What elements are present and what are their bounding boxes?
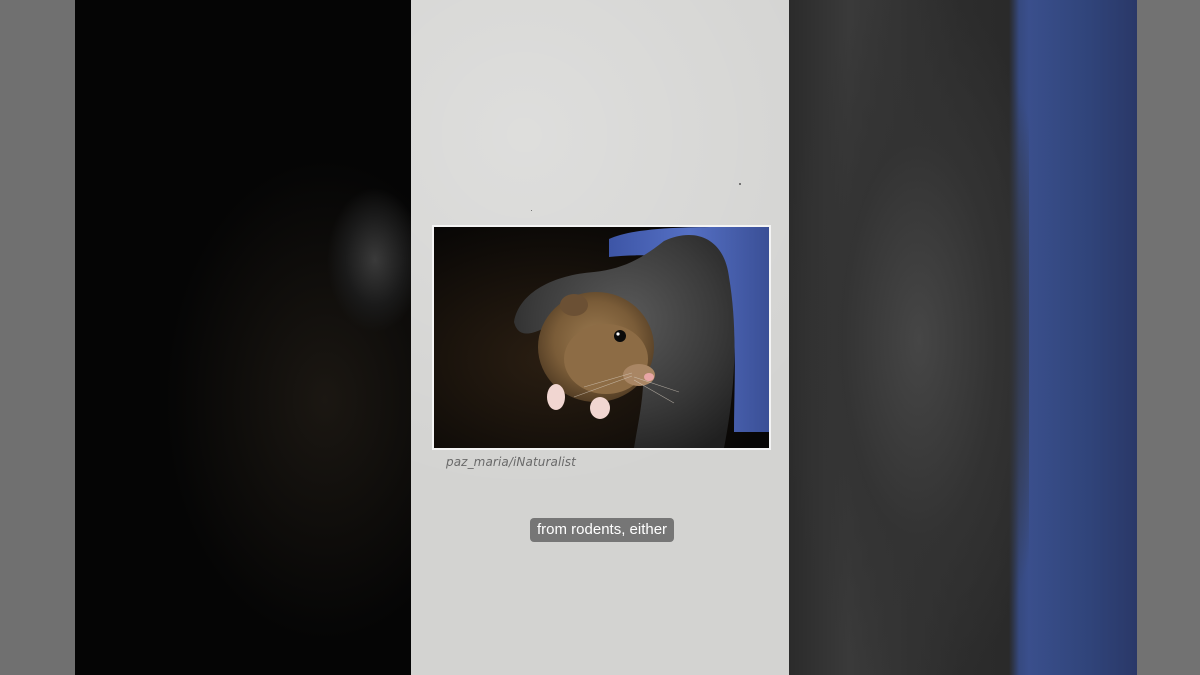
paper-speck bbox=[531, 210, 532, 211]
letterbox-right bbox=[1137, 0, 1200, 675]
video-frame[interactable]: paz_maria/iNaturalist from rodents, eith… bbox=[0, 0, 1200, 675]
mouse-on-glove-image bbox=[432, 225, 771, 450]
letterbox-left bbox=[0, 0, 75, 675]
blurred-background-left bbox=[75, 0, 412, 675]
image-credit: paz_maria/iNaturalist bbox=[446, 455, 576, 469]
blurred-glove bbox=[789, 0, 1029, 675]
paper-speck bbox=[739, 183, 741, 185]
subtitle-caption: from rodents, either bbox=[530, 518, 675, 542]
